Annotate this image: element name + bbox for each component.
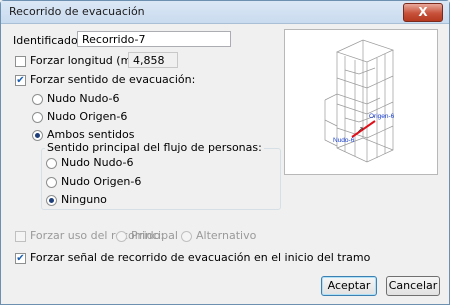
sentido-principal-legend: Sentido principal del flujo de personas: <box>45 141 264 154</box>
close-button[interactable]: X <box>403 3 443 22</box>
forzar-uso-checkbox[interactable] <box>15 231 26 242</box>
forzar-longitud-label: Forzar longitud (m.): <box>30 54 143 67</box>
accept-button[interactable]: Aceptar <box>321 276 377 296</box>
path-arrow-icon: ↗ <box>357 125 364 134</box>
radio-principal-origen[interactable] <box>46 177 57 188</box>
radio-sentido-ambos-label: Ambos sentidos <box>47 128 135 141</box>
radio-principal-nudo-label: Nudo Nudo-6 <box>61 156 134 169</box>
title-bar: Recorrido de evacuación X <box>1 1 449 24</box>
dialog-window: Recorrido de evacuación X Identificador:… <box>0 0 450 305</box>
radio-uso-principal-label: Principal <box>131 229 178 242</box>
node-label-origen: Origen-6 <box>369 113 395 120</box>
radio-sentido-origen[interactable] <box>32 112 43 123</box>
radio-principal-origen-label: Nudo Origen-6 <box>61 175 142 188</box>
radio-principal-ninguno[interactable] <box>46 195 57 206</box>
forzar-sentido-checkbox[interactable]: ✔ <box>15 75 26 86</box>
identificador-label: Identificador: <box>13 34 86 47</box>
radio-principal-nudo[interactable] <box>46 158 57 169</box>
radio-sentido-nudo-label: Nudo Nudo-6 <box>47 92 120 105</box>
forzar-longitud-checkbox[interactable] <box>15 56 26 67</box>
radio-principal-ninguno-label: Ninguno <box>61 193 107 206</box>
forzar-sentido-label: Forzar sentido de evacuación: <box>30 73 196 86</box>
radio-sentido-nudo[interactable] <box>32 94 43 105</box>
radio-sentido-origen-label: Nudo Origen-6 <box>47 110 128 123</box>
wireframe-drawing: Origen-6 Nudo-6 ↗ <box>324 39 395 163</box>
identificador-input[interactable]: Recorrido-7 <box>77 31 231 47</box>
radio-sentido-ambos[interactable] <box>32 130 43 141</box>
radio-uso-alternativo-label: Alternativo <box>196 229 257 242</box>
node-label-nudo: Nudo-6 <box>333 137 355 144</box>
radio-uso-principal[interactable] <box>116 231 127 242</box>
structure-preview: Origen-6 Nudo-6 ↗ <box>284 29 438 175</box>
forzar-senal-checkbox[interactable]: ✔ <box>15 253 26 264</box>
window-title: Recorrido de evacuación <box>9 5 145 18</box>
cancel-button[interactable]: Cancelar <box>386 276 440 296</box>
longitud-input[interactable]: 4,858 <box>128 52 178 68</box>
forzar-senal-label: Forzar señal de recorrido de evacuación … <box>30 251 371 264</box>
radio-uso-alternativo[interactable] <box>181 231 192 242</box>
